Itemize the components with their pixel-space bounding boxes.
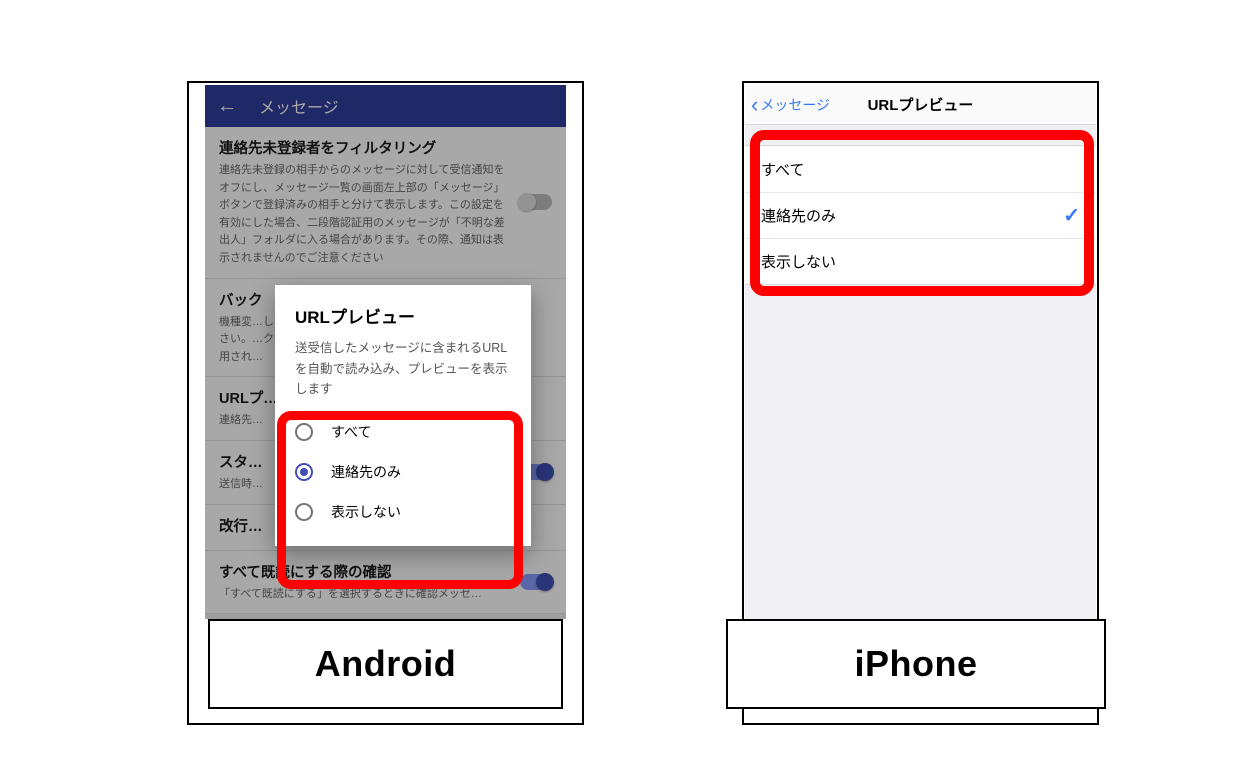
dialog-option-none[interactable]: 表示しない	[275, 492, 531, 532]
option-none[interactable]: 表示しない	[745, 238, 1096, 284]
android-screen: ← メッセージ 連絡先未登録者をフィルタリング 連絡先未登録の相手からのメッセー…	[205, 85, 566, 619]
option-label: すべて	[761, 159, 804, 180]
option-label: 表示しない	[761, 251, 836, 272]
option-label: すべて	[331, 422, 371, 442]
ios-navbar: ‹ メッセージ URLプレビュー	[745, 85, 1096, 125]
dialog-description: 送受信したメッセージに含まれるURLを自動で読み込み、プレビューを表示します	[275, 338, 531, 412]
caption-iphone: iPhone	[726, 619, 1106, 709]
option-label: 連絡先のみ	[761, 205, 836, 226]
option-all[interactable]: すべて	[745, 146, 1096, 192]
radio-icon	[295, 503, 313, 521]
caption-text: Android	[315, 643, 456, 685]
option-label: 連絡先のみ	[331, 462, 401, 482]
ios-options-list: すべて 連絡先のみ ✓ 表示しない	[745, 145, 1096, 285]
radio-icon	[295, 423, 313, 441]
page-title: URLプレビュー	[745, 94, 1096, 115]
iphone-screen: ‹ メッセージ URLプレビュー すべて 連絡先のみ ✓ 表示しない	[745, 85, 1096, 619]
option-contacts-only[interactable]: 連絡先のみ ✓	[745, 192, 1096, 238]
caption-android: Android	[208, 619, 563, 709]
dialog-title: URLプレビュー	[275, 303, 531, 338]
checkmark-icon: ✓	[1063, 203, 1080, 228]
dialog-option-contacts-only[interactable]: 連絡先のみ	[275, 452, 531, 492]
url-preview-dialog: URLプレビュー 送受信したメッセージに含まれるURLを自動で読み込み、プレビュ…	[275, 285, 531, 546]
caption-text: iPhone	[854, 643, 977, 685]
option-label: 表示しない	[331, 502, 401, 522]
radio-icon	[295, 463, 313, 481]
dialog-option-all[interactable]: すべて	[275, 412, 531, 452]
